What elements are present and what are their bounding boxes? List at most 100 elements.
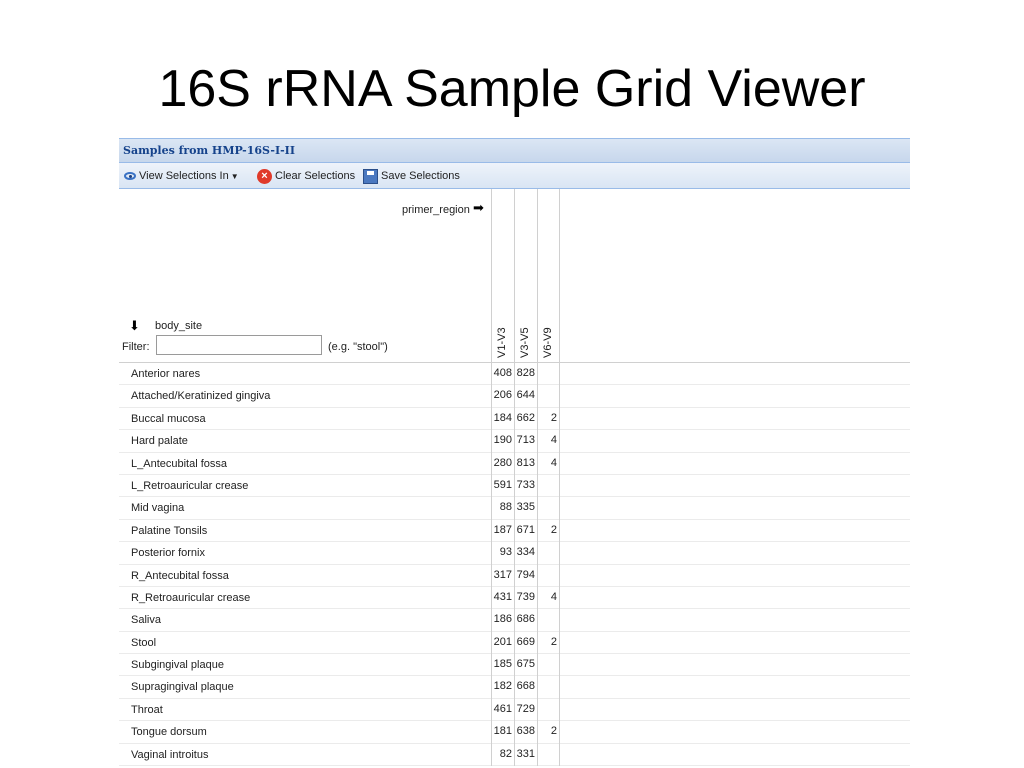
row-label: Posterior fornix xyxy=(131,547,205,560)
count-cell[interactable]: 461 xyxy=(491,698,514,722)
table-row[interactable]: Throat 461 729 xyxy=(119,698,910,722)
count-cell[interactable]: 813 xyxy=(514,452,537,475)
view-selections-button[interactable]: View Selections In ▼ xyxy=(124,167,239,185)
table-row[interactable]: Vaginal introitus 82 331 xyxy=(119,743,910,767)
row-label: L_Antecubital fossa xyxy=(131,457,228,470)
table-row[interactable]: L_Antecubital fossa 280 813 4 xyxy=(119,452,910,475)
count-cell[interactable] xyxy=(537,385,560,408)
count-cell[interactable]: 2 xyxy=(537,519,560,543)
count-cell[interactable] xyxy=(537,564,560,587)
toolbar: View Selections In ▼ × Clear Selections … xyxy=(119,163,910,189)
count-cell[interactable]: 675 xyxy=(514,654,537,677)
count-cell[interactable] xyxy=(537,676,560,699)
count-cell[interactable]: 668 xyxy=(514,676,537,699)
table-row[interactable]: Palatine Tonsils 187 671 2 xyxy=(119,519,910,543)
count-cell[interactable]: 638 xyxy=(514,721,537,744)
count-cell[interactable] xyxy=(537,474,560,498)
table-row[interactable]: Buccal mucosa 184 662 2 xyxy=(119,407,910,431)
row-label: Vaginal introitus xyxy=(131,748,209,761)
table-row[interactable]: Saliva 186 686 xyxy=(119,609,910,632)
count-cell[interactable]: 334 xyxy=(514,542,537,565)
count-cell[interactable]: 331 xyxy=(514,743,537,767)
count-cell[interactable]: 713 xyxy=(514,430,537,453)
table-row[interactable]: L_Retroauricular crease 591 733 xyxy=(119,474,910,498)
count-cell[interactable]: 669 xyxy=(514,631,537,655)
table-row[interactable]: Stool 201 669 2 xyxy=(119,631,910,655)
count-cell[interactable]: 2 xyxy=(537,631,560,655)
table-row[interactable]: Posterior fornix 93 334 xyxy=(119,542,910,565)
count-cell[interactable]: 206 xyxy=(491,385,514,408)
table-row[interactable]: R_Retroauricular crease 431 739 4 xyxy=(119,586,910,610)
count-cell[interactable]: 201 xyxy=(491,631,514,655)
count-cell[interactable]: 4 xyxy=(537,586,560,610)
count-cell[interactable]: 739 xyxy=(514,586,537,610)
filter-hint: (e.g. "stool") xyxy=(328,341,388,353)
row-label: R_Retroauricular crease xyxy=(131,591,251,604)
panel-header: Samples from HMP-16S-I-II xyxy=(119,138,910,163)
column-header[interactable]: V1-V3 xyxy=(491,189,514,362)
count-cell[interactable]: 93 xyxy=(491,542,514,565)
table-row[interactable]: Supragingival plaque 182 668 xyxy=(119,676,910,699)
count-cell[interactable]: 671 xyxy=(514,519,537,543)
row-label: Hard palate xyxy=(131,435,188,448)
row-label: Tongue dorsum xyxy=(131,726,207,739)
filter-input[interactable] xyxy=(156,335,322,355)
count-cell[interactable]: 591 xyxy=(491,474,514,498)
eye-icon xyxy=(124,172,136,180)
count-cell[interactable]: 794 xyxy=(514,564,537,587)
column-header[interactable]: V6-V9 xyxy=(537,189,560,362)
count-cell[interactable]: 408 xyxy=(491,363,514,386)
column-header-label: V1-V3 xyxy=(496,327,508,358)
count-cell[interactable]: 186 xyxy=(491,609,514,632)
count-cell[interactable]: 662 xyxy=(514,407,537,431)
count-cell[interactable] xyxy=(537,743,560,767)
count-cell[interactable]: 431 xyxy=(491,586,514,610)
count-cell[interactable]: 187 xyxy=(491,519,514,543)
count-cell[interactable]: 4 xyxy=(537,452,560,475)
table-row[interactable]: R_Antecubital fossa 317 794 xyxy=(119,564,910,587)
count-cell[interactable]: 184 xyxy=(491,407,514,431)
count-cell[interactable]: 185 xyxy=(491,654,514,677)
count-cell[interactable]: 181 xyxy=(491,721,514,744)
filter-label: Filter: xyxy=(122,341,150,353)
count-cell[interactable]: 280 xyxy=(491,452,514,475)
count-cell[interactable]: 2 xyxy=(537,721,560,744)
count-cell[interactable] xyxy=(537,654,560,677)
row-label: Mid vagina xyxy=(131,502,185,515)
table-row[interactable]: Subgingival plaque 185 675 xyxy=(119,654,910,677)
save-selections-button[interactable]: Save Selections xyxy=(363,167,460,185)
count-cell[interactable]: 182 xyxy=(491,676,514,699)
table-row[interactable]: Attached/Keratinized gingiva 206 644 xyxy=(119,385,910,408)
table-row[interactable]: Tongue dorsum 181 638 2 xyxy=(119,721,910,744)
column-header[interactable]: V3-V5 xyxy=(514,189,537,362)
table-row[interactable]: Hard palate 190 713 4 xyxy=(119,430,910,453)
count-cell[interactable]: 828 xyxy=(514,363,537,386)
count-cell[interactable]: 4 xyxy=(537,430,560,453)
count-cell[interactable]: 317 xyxy=(491,564,514,587)
count-cell[interactable] xyxy=(537,698,560,722)
count-cell[interactable]: 686 xyxy=(514,609,537,632)
empty-header-area xyxy=(563,189,910,362)
table-row[interactable]: Anterior nares 408 828 xyxy=(119,363,910,386)
clear-selections-button[interactable]: × Clear Selections xyxy=(257,167,355,185)
count-cell[interactable] xyxy=(537,609,560,632)
slide-title: 16S rRNA Sample Grid Viewer xyxy=(158,60,866,118)
count-cell[interactable] xyxy=(537,542,560,565)
count-cell[interactable]: 88 xyxy=(491,497,514,520)
count-cell[interactable]: 2 xyxy=(537,407,560,431)
clear-icon: × xyxy=(257,168,272,184)
count-cell[interactable]: 335 xyxy=(514,497,537,520)
table-row[interactable]: Mid vagina 88 335 xyxy=(119,497,910,520)
arrow-right-icon[interactable]: ➡ xyxy=(473,200,484,216)
count-cell[interactable] xyxy=(537,363,560,386)
row-label: Anterior nares xyxy=(131,368,201,380)
count-cell[interactable] xyxy=(537,497,560,520)
count-cell[interactable]: 190 xyxy=(491,430,514,453)
panel-title: Samples from HMP-16S-I-II xyxy=(123,144,295,157)
count-cell[interactable]: 82 xyxy=(491,743,514,767)
arrow-down-icon[interactable]: ⬇ xyxy=(129,318,140,334)
grid-body: Anterior nares 408 828 Attached/Keratinized… xyxy=(119,363,910,767)
count-cell[interactable]: 644 xyxy=(514,385,537,408)
count-cell[interactable]: 733 xyxy=(514,474,537,498)
count-cell[interactable]: 729 xyxy=(514,698,537,722)
